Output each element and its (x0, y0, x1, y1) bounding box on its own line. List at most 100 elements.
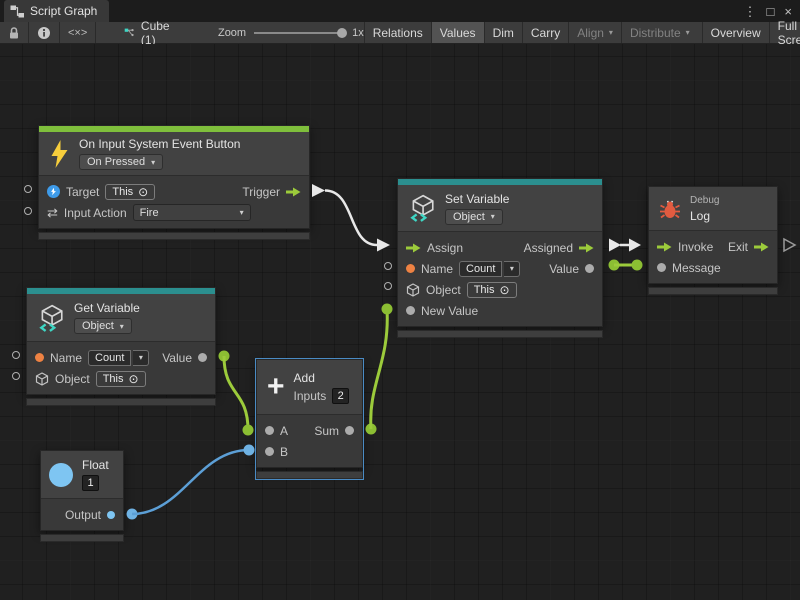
lock-button[interactable] (0, 22, 29, 43)
object-value: This (103, 373, 124, 385)
trigger-flow-out-port[interactable] (286, 187, 301, 197)
exit-unconnected-port[interactable] (784, 239, 795, 251)
wire-getvalue-to-a[interactable] (219, 351, 254, 436)
variable-name-dropdown[interactable]: Count ▾ (459, 261, 520, 277)
window-menu-icon[interactable]: ⋮ (744, 5, 757, 18)
collapse-icon: <×> (68, 27, 87, 39)
node-title: Get Variable (74, 301, 140, 315)
graph-icon (10, 5, 24, 18)
lock-icon (8, 26, 20, 40)
node-footer (38, 232, 310, 240)
assign-flow-in-port[interactable] (406, 243, 421, 253)
input-action-value: Fire (140, 207, 159, 219)
invoke-flow-in-port[interactable] (657, 242, 672, 252)
new-value-in-port[interactable] (406, 306, 415, 315)
value-out-port[interactable] (585, 264, 594, 273)
variable-cube-icon (408, 194, 436, 222)
get-variable-node[interactable]: Get Variable Object ▾ Name Count ▾ (26, 287, 216, 406)
variable-name-value: Count (88, 350, 131, 366)
wire-assigned-to-invoke[interactable] (609, 239, 641, 252)
add-node[interactable]: + Add Inputs 2 A Sum (256, 359, 363, 479)
unconnected-port[interactable] (12, 372, 20, 380)
unconnected-port[interactable] (24, 207, 32, 215)
float-value-field[interactable]: 1 (82, 475, 99, 491)
inputs-count-field[interactable]: 2 (332, 388, 349, 404)
name-value-port[interactable] (35, 353, 44, 362)
a-in-port[interactable] (265, 426, 274, 435)
chevron-down-icon: ▾ (609, 28, 613, 37)
zoom-slider[interactable] (254, 32, 344, 34)
port-label: B (280, 445, 288, 459)
target-this-pill[interactable]: This ⊙ (105, 184, 155, 200)
on-input-event-node[interactable]: On Input System Event Button On Pressed … (38, 125, 310, 240)
wire-value-to-message[interactable] (609, 260, 643, 271)
variable-scope-dropdown[interactable]: Object ▾ (445, 209, 503, 225)
wire-sum-to-newvalue[interactable] (366, 304, 393, 435)
wire-output-to-b[interactable] (127, 445, 255, 520)
float-circle-icon (49, 463, 73, 487)
target-type-icon (47, 185, 60, 198)
chevron-down-icon[interactable]: ▾ (504, 261, 520, 277)
add-node-header: + Add Inputs 2 (257, 360, 362, 415)
carry-button[interactable]: Carry (522, 22, 568, 43)
target-icon: ⊙ (138, 186, 148, 198)
unconnected-port[interactable] (12, 351, 20, 359)
debug-log-node[interactable]: Debug Log Invoke Exit (648, 186, 778, 295)
output-out-port[interactable] (107, 511, 115, 519)
tab-script-graph[interactable]: Script Graph (4, 0, 109, 22)
graph-toolbar: <×> Cube (1) Zoom 1x Relations Values Di… (0, 22, 800, 44)
chevron-down-icon[interactable]: ▾ (133, 350, 149, 366)
variable-scope-dropdown[interactable]: Object ▾ (74, 318, 132, 334)
port-label: Assigned (524, 241, 573, 255)
invoke-port-row: Invoke Exit (649, 236, 777, 257)
assigned-flow-out-port[interactable] (579, 243, 594, 253)
input-action-dropdown[interactable]: Fire ▾ (133, 204, 251, 221)
align-dropdown-button[interactable]: Align ▾ (568, 22, 621, 43)
graph-context-label: Cube (1) (141, 19, 174, 47)
port-label: Value (549, 262, 579, 276)
inputs-label: Inputs (294, 389, 327, 403)
relations-button[interactable]: Relations (364, 22, 431, 43)
values-button[interactable]: Values (431, 22, 484, 43)
b-in-port[interactable] (265, 447, 274, 456)
zoom-slider-handle[interactable] (337, 28, 347, 38)
float-node-header: Float 1 (41, 451, 123, 499)
wire-trigger-to-assign[interactable] (312, 184, 390, 252)
object-this-pill[interactable]: This ⊙ (96, 371, 146, 387)
sum-out-port[interactable] (345, 426, 354, 435)
exit-flow-out-port[interactable] (754, 242, 769, 252)
output-port-row: Output (41, 504, 123, 525)
unconnected-port[interactable] (384, 262, 392, 270)
object-cube-icon (406, 283, 420, 297)
float-node[interactable]: Float 1 Output (40, 450, 124, 542)
value-out-port[interactable] (198, 353, 207, 362)
node-footer (397, 330, 603, 338)
new-value-port-row: New Value (398, 300, 602, 321)
node-footer (26, 398, 216, 406)
name-value-port[interactable] (406, 264, 415, 273)
port-label: Object (55, 372, 90, 386)
graph-canvas[interactable]: On Input System Event Button On Pressed … (0, 44, 800, 600)
dim-button[interactable]: Dim (484, 22, 522, 43)
window-close-icon[interactable]: × (784, 5, 792, 18)
message-in-port[interactable] (657, 263, 666, 272)
distribute-dropdown-button[interactable]: Distribute ▾ (621, 22, 698, 43)
unconnected-port[interactable] (24, 185, 32, 193)
chevron-down-icon: ▾ (686, 28, 690, 37)
full-screen-button[interactable]: Full Screen (769, 22, 800, 43)
event-mode-dropdown[interactable]: On Pressed ▾ (79, 154, 163, 170)
variable-name-dropdown[interactable]: Count ▾ (88, 350, 149, 366)
window-maximize-icon[interactable]: □ (767, 5, 775, 18)
overview-button[interactable]: Overview (702, 22, 769, 43)
window-tab-bar: Script Graph ⋮ □ × (0, 0, 800, 22)
object-this-pill[interactable]: This ⊙ (467, 282, 517, 298)
set-variable-node[interactable]: Set Variable Object ▾ Assign Assigned (397, 178, 603, 338)
port-label: Message (672, 261, 721, 275)
info-button[interactable] (29, 22, 60, 43)
variable-cube-icon (37, 304, 65, 332)
target-port-row: Target This ⊙ Trigger (39, 181, 309, 202)
object-cube-icon (35, 372, 49, 386)
collapse-button[interactable]: <×> (60, 22, 96, 43)
graph-context-button[interactable]: Cube (1) (116, 22, 182, 43)
unconnected-port[interactable] (384, 282, 392, 290)
